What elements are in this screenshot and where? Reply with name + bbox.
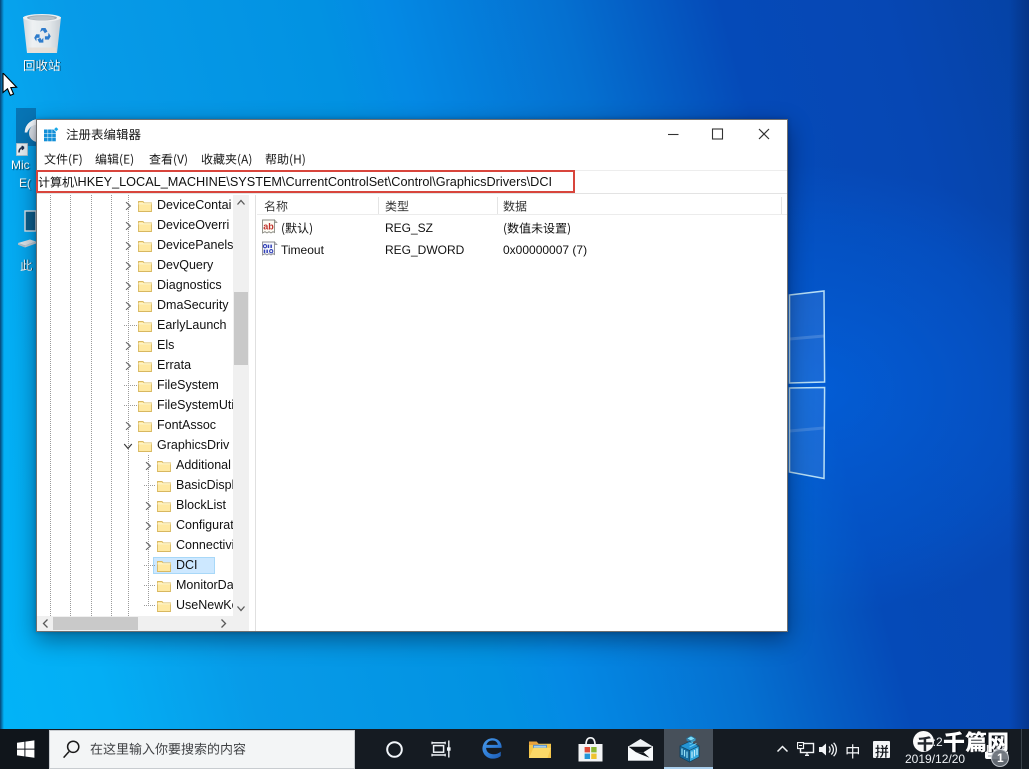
svg-text:ab: ab	[263, 222, 274, 232]
